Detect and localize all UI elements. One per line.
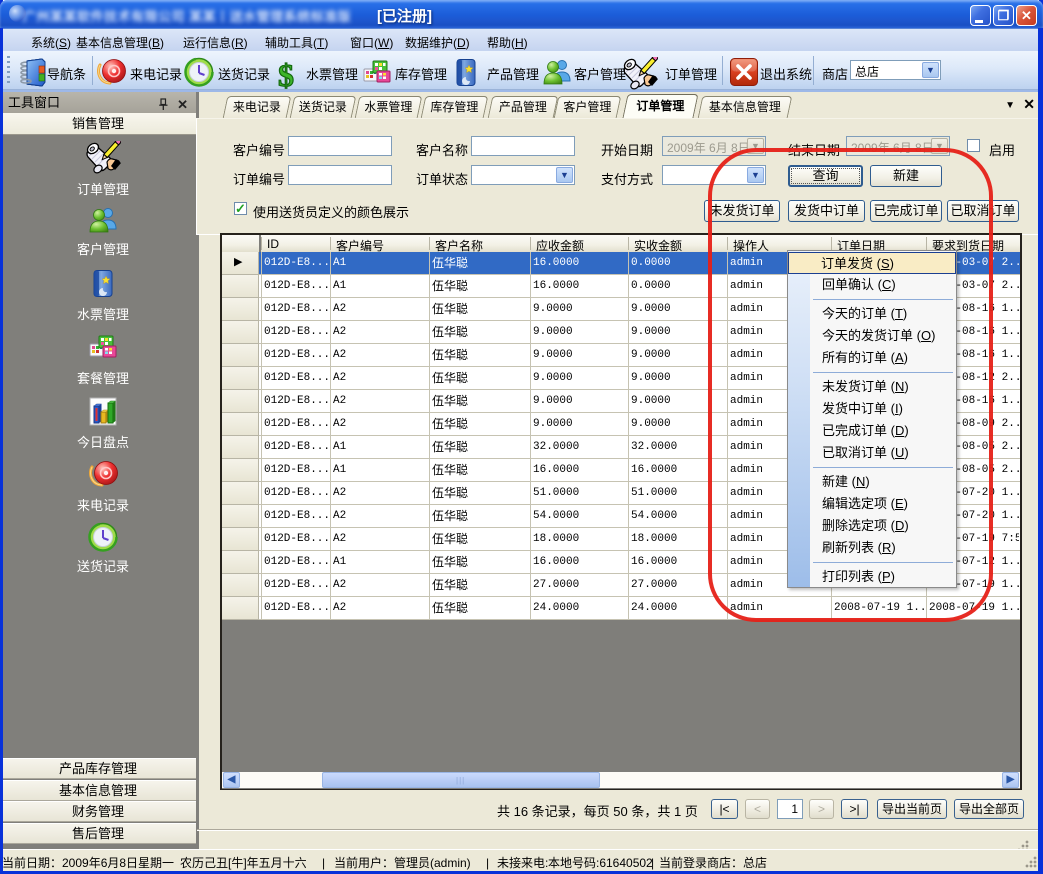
svg-text:$: $	[278, 57, 294, 93]
